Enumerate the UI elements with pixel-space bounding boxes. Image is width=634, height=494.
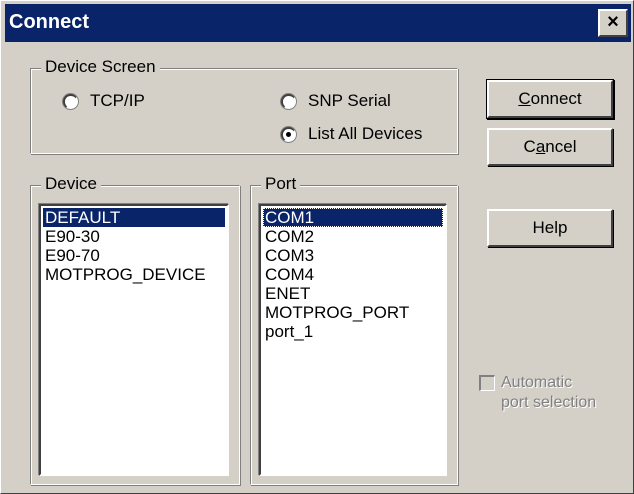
- device-listbox[interactable]: DEFAULT E90-30 E90-70 MOTPROG_DEVICE: [39, 204, 229, 476]
- cancel-label-post: ncel: [545, 137, 577, 156]
- radio-tcpip[interactable]: TCP/IP: [63, 91, 145, 111]
- device-screen-label: Device Screen: [41, 57, 160, 77]
- connect-button-label: Connect: [518, 89, 581, 108]
- radio-list-all-devices[interactable]: List All Devices: [281, 124, 422, 144]
- device-list-item[interactable]: E90-70: [43, 246, 225, 265]
- port-list-item[interactable]: COM4: [263, 265, 443, 284]
- port-list-item[interactable]: COM2: [263, 227, 443, 246]
- port-group-label: Port: [261, 174, 301, 194]
- radio-snp-serial[interactable]: SNP Serial: [281, 91, 391, 111]
- device-list-item[interactable]: DEFAULT: [43, 208, 225, 227]
- port-list-item[interactable]: port_1: [263, 322, 443, 341]
- close-button[interactable]: ×: [598, 9, 628, 37]
- close-icon: ×: [607, 11, 619, 33]
- port-list-item[interactable]: COM1: [263, 208, 443, 227]
- device-group: Device DEFAULT E90-30 E90-70 MOTPROG_DEV…: [30, 174, 240, 485]
- radio-tcpip-label: TCP/IP: [90, 91, 145, 110]
- connect-button[interactable]: Connect: [487, 80, 613, 118]
- radio-snp-serial-label: SNP Serial: [308, 91, 391, 110]
- port-list-item[interactable]: COM3: [263, 246, 443, 265]
- title-bar[interactable]: Connect ×: [5, 4, 631, 42]
- connect-label-post: onnect: [530, 89, 582, 108]
- device-list-item[interactable]: E90-30: [43, 227, 225, 246]
- connect-label-mnemonic: C: [518, 89, 531, 108]
- radio-list-all-devices-circle[interactable]: [281, 126, 296, 142]
- radio-snp-serial-circle[interactable]: [281, 93, 296, 109]
- cancel-button[interactable]: Cancel: [487, 128, 613, 166]
- auto-port-selection-label: Automatic port selection: [501, 373, 596, 413]
- device-screen-group: Device Screen TCP/IP SNP Serial List All…: [30, 57, 458, 154]
- cancel-label-pre: C: [523, 137, 536, 156]
- cancel-button-label: Cancel: [524, 137, 577, 156]
- auto-port-selection-checkbox[interactable]: [479, 375, 495, 391]
- help-button[interactable]: Help: [487, 209, 613, 247]
- port-list-item[interactable]: ENET: [263, 284, 443, 303]
- radio-tcpip-circle[interactable]: [63, 93, 78, 109]
- window-title: Connect: [9, 11, 89, 33]
- port-list-item[interactable]: MOTPROG_PORT: [263, 303, 443, 322]
- auto-port-label-line2: port selection: [501, 394, 597, 411]
- device-list-item[interactable]: MOTPROG_DEVICE: [43, 265, 225, 284]
- radio-list-all-devices-label: List All Devices: [308, 124, 423, 143]
- connect-dialog: Connect × Device Screen TCP/IP SNP Seria…: [0, 0, 634, 494]
- port-group: Port COM1 COM2 COM3 COM4 ENET MOTPROG_PO…: [250, 174, 458, 485]
- auto-port-selection[interactable]: Automatic port selection: [479, 373, 596, 413]
- device-group-label: Device: [41, 174, 101, 194]
- auto-port-label-line1: Automatic: [501, 374, 573, 391]
- port-listbox[interactable]: COM1 COM2 COM3 COM4 ENET MOTPROG_PORT po…: [259, 204, 447, 476]
- cancel-label-mnemonic: a: [535, 137, 546, 156]
- help-button-label: Help: [532, 218, 568, 237]
